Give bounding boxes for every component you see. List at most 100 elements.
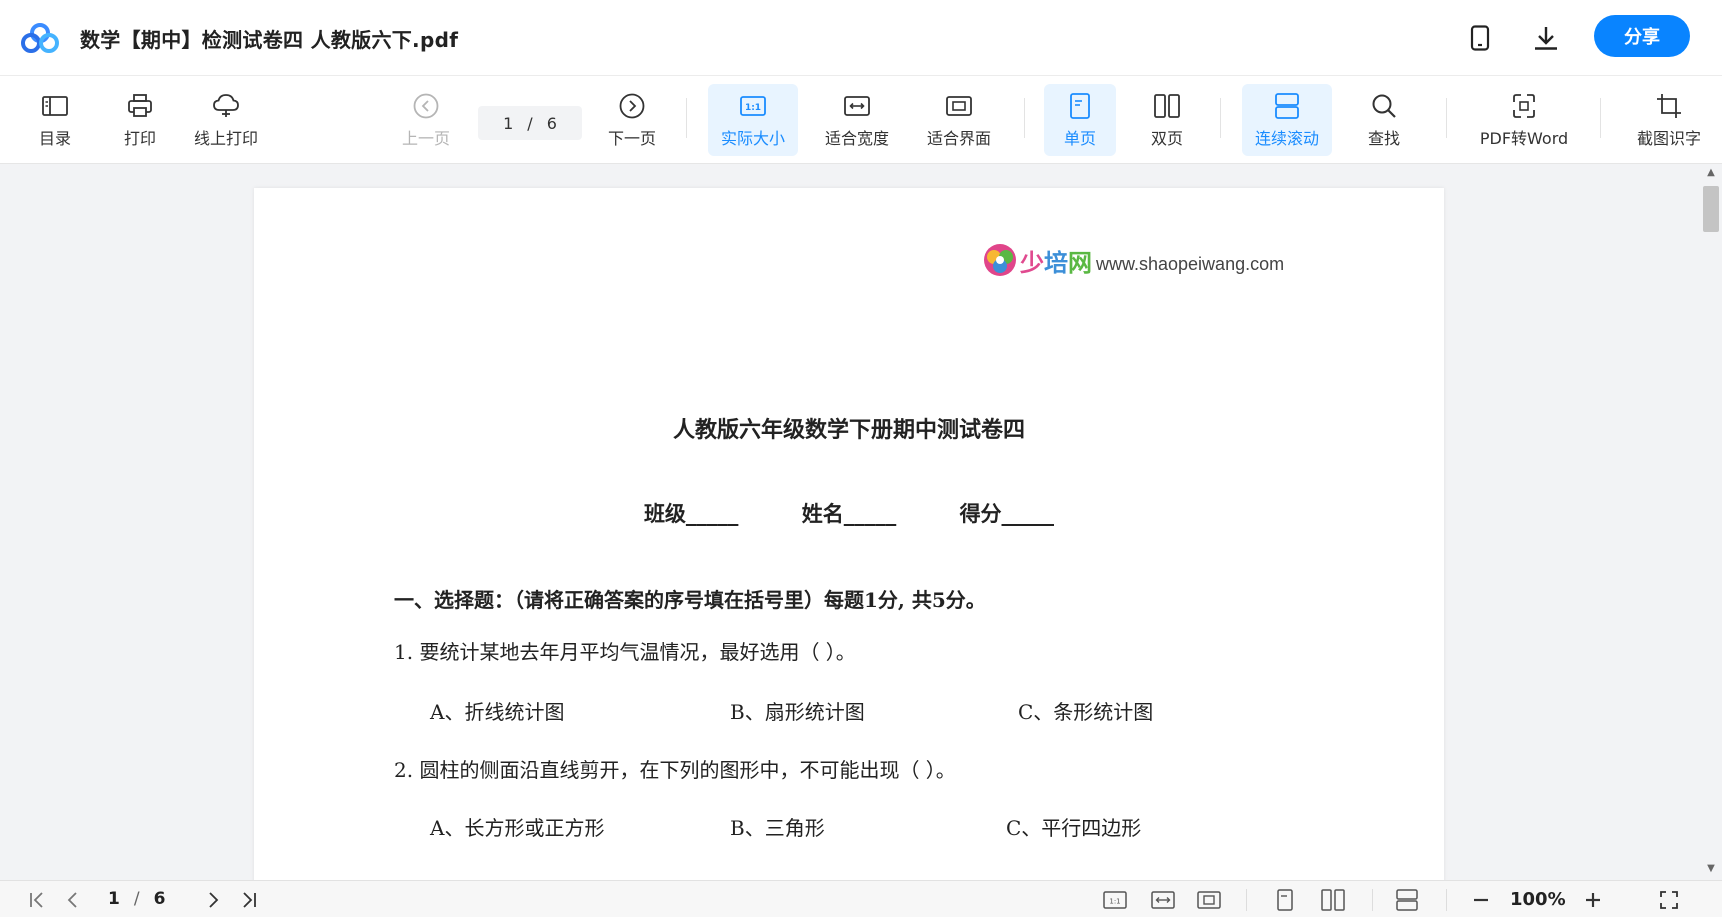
search-icon [1369,91,1399,121]
toolbar-divider [1024,98,1025,138]
circle-chevron-left-icon [411,91,441,121]
crop-icon [1654,91,1684,121]
download-icon[interactable] [1528,20,1564,56]
find-label: 查找 [1367,129,1400,148]
mobile-icon[interactable] [1462,20,1498,56]
find-button[interactable]: 查找 [1356,84,1412,156]
page-separator: / [527,113,533,133]
sidebar-icon [40,91,70,121]
actual-size-button[interactable]: 1:1 实际大小 [708,84,798,156]
toolbar-divider [1446,98,1447,138]
brand-char-3: 网 [1068,248,1092,277]
fit-page-small-icon[interactable] [1196,887,1222,913]
share-button[interactable]: 分享 [1594,15,1690,57]
brand-url: www.shaopeiwang.com [1096,253,1285,274]
class-field: 班级_____ [643,501,739,526]
zoom-in-icon[interactable] [1580,887,1606,913]
single-page-button[interactable]: 单页 [1044,84,1116,156]
zoom-out-icon[interactable] [1468,887,1494,913]
ocr-button[interactable]: 截图识字 [1624,84,1714,156]
brand-logo-icon [984,244,1016,276]
single-page-icon [1065,91,1095,121]
page-total: 6 [546,113,557,133]
print-label: 打印 [123,129,156,148]
status-divider [1372,889,1373,911]
next-page-button[interactable]: 下一页 [604,84,660,156]
online-print-button[interactable]: 线上打印 [186,84,266,156]
double-page-label: 双页 [1150,129,1183,148]
prev-page-icon[interactable] [60,887,86,913]
zoom-level: 100% [1510,889,1566,910]
fit-width-button[interactable]: 适合宽度 [812,84,902,156]
question-2: 2. 圆柱的侧面沿直线剪开，在下列的图形中，不可能出现（ ）。 [394,758,956,782]
brand-char-1: 少 [1020,248,1044,277]
print-button[interactable]: 打印 [115,84,165,156]
first-page-icon[interactable] [24,887,50,913]
status-page-current: 1 [108,889,120,909]
fullscreen-icon[interactable] [1656,887,1682,913]
fit-page-icon [944,91,974,121]
q2-option-a: A、长方形或正方形 [430,816,605,840]
online-print-label: 线上打印 [193,129,258,148]
prev-page-label: 上一页 [401,129,450,148]
double-page-icon [1152,91,1182,121]
status-bar: 1 / 6 1:1 100% [0,880,1722,917]
q2-option-b: B、三角形 [730,816,825,840]
page-number-input[interactable]: 1 / 6 [478,106,582,140]
continuous-scroll-small-icon[interactable] [1394,887,1420,913]
single-page-label: 单页 [1063,129,1096,148]
continuous-scroll-button[interactable]: 连续滚动 [1242,84,1332,156]
section-heading: 一、选择题：（请将正确答案的序号填在括号里）每题1分, 共5分。 [394,588,986,612]
app-logo-icon [20,22,60,54]
single-page-small-icon[interactable] [1272,887,1298,913]
double-page-small-icon[interactable] [1320,887,1346,913]
pdf-to-word-button[interactable]: PDF转Word [1474,84,1574,156]
status-divider [1246,889,1247,911]
q1-option-a: A、折线统计图 [430,700,565,724]
document-viewer[interactable]: 少培网 www.shaopeiwang.com 人教版六年级数学下册期中测试卷四… [0,164,1700,880]
actual-size-small-icon[interactable]: 1:1 [1102,887,1128,913]
cloud-print-icon [211,91,241,121]
last-page-icon[interactable] [236,887,262,913]
svg-text:1:1: 1:1 [1109,898,1120,906]
double-page-button[interactable]: 双页 [1132,84,1202,156]
catalog-button[interactable]: 目录 [30,84,80,156]
fit-width-icon [842,91,872,121]
toolbar-divider [686,98,687,138]
title-bar: 数学【期中】检测试卷四 人教版六下.pdf 分享 [0,0,1722,76]
continuous-scroll-label: 连续滚动 [1254,129,1319,148]
pdf-page: 少培网 www.shaopeiwang.com 人教版六年级数学下册期中测试卷四… [254,188,1444,880]
status-divider [1446,889,1447,911]
fit-page-label: 适合界面 [926,129,991,148]
scroll-down-icon[interactable]: ▼ [1705,864,1717,874]
scroll-up-icon[interactable]: ▲ [1705,168,1717,178]
name-field: 姓名_____ [801,501,897,526]
question-1: 1. 要统计某地去年月平均气温情况，最好选用（ ）。 [394,640,856,664]
toolbar-divider [1600,98,1601,138]
fit-page-button[interactable]: 适合界面 [914,84,1004,156]
circle-chevron-right-icon [617,91,647,121]
q2-option-c: C、平行四边形 [1006,816,1142,840]
svg-text:1:1: 1:1 [745,103,761,113]
page-current: 1 [503,113,514,133]
status-page-total: 6 [153,889,166,909]
scrollbar-thumb[interactable] [1703,186,1719,232]
brand-char-2: 培 [1044,248,1068,277]
fit-width-label: 适合宽度 [824,129,889,148]
printer-icon [125,91,155,121]
fit-width-small-icon[interactable] [1150,887,1176,913]
status-page-separator: / [133,889,140,909]
exam-info-line: 班级_____ 姓名_____ 得分_____ [254,498,1444,528]
actual-size-label: 实际大小 [720,129,785,148]
q1-option-b: B、扇形统计图 [730,700,865,724]
vertical-scrollbar[interactable]: ▲ ▼ [1700,164,1722,880]
exam-title: 人教版六年级数学下册期中测试卷四 [672,417,1025,443]
next-page-icon[interactable] [200,887,226,913]
catalog-label: 目录 [38,129,71,148]
actual-size-icon: 1:1 [738,91,768,121]
brand-watermark: 少培网 www.shaopeiwang.com [982,242,1284,278]
status-page-indicator[interactable]: 1 / 6 [108,889,165,909]
document-title: 数学【期中】检测试卷四 人教版六下.pdf [80,28,459,52]
pdf-to-word-label: PDF转Word [1479,129,1569,148]
prev-page-button[interactable]: 上一页 [398,84,454,156]
